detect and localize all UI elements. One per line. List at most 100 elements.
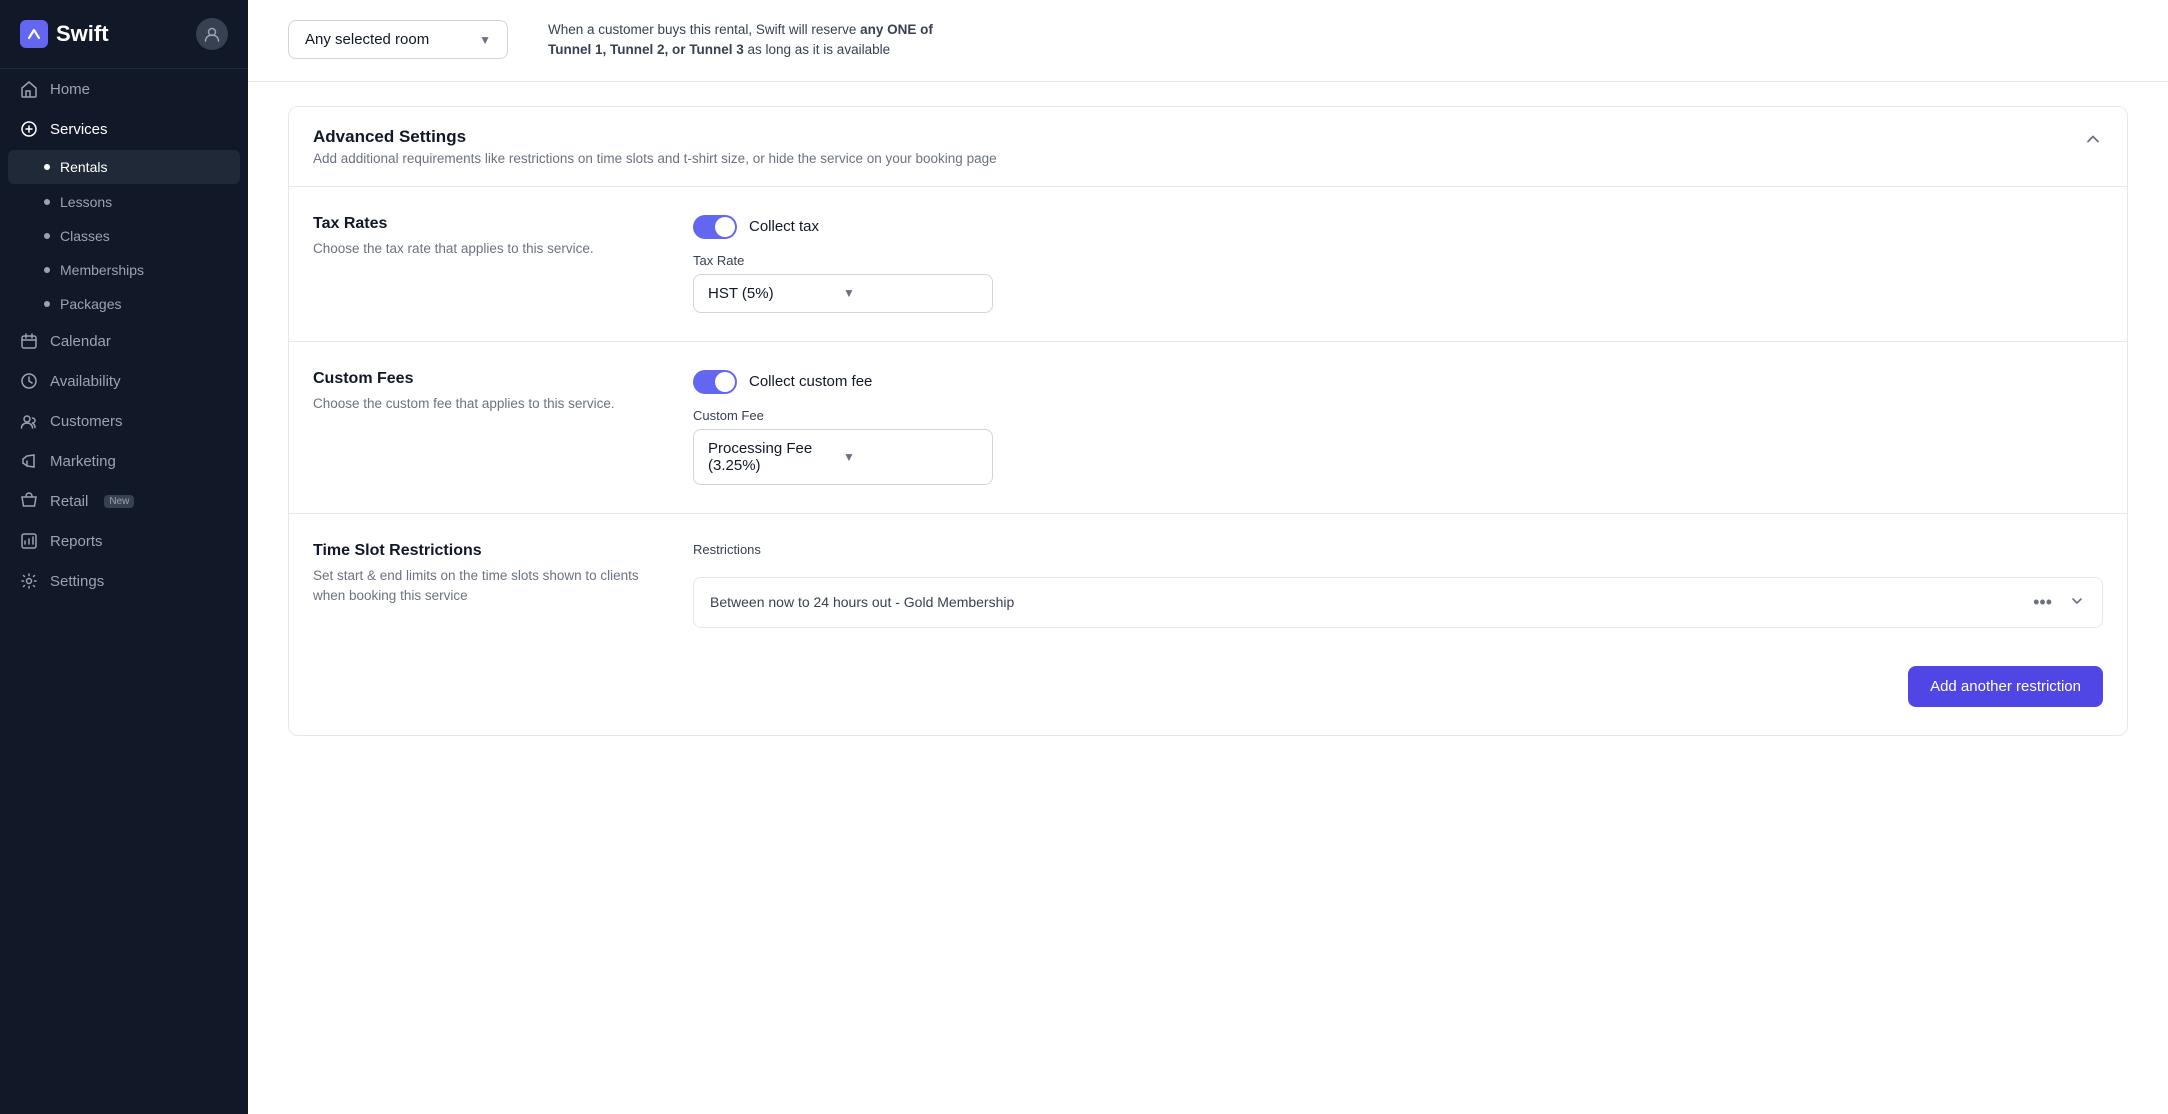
custom-fee-label: Custom Fee xyxy=(693,408,2103,423)
sidebar: Swift Home Services Re xyxy=(0,0,248,1114)
restriction-expand-button[interactable] xyxy=(2068,592,2086,613)
services-icon xyxy=(20,120,38,138)
tax-rate-group: Tax Rate HST (5%) ▼ xyxy=(693,253,2103,313)
tax-rate-label: Tax Rate xyxy=(693,253,2103,268)
restriction-actions: ••• xyxy=(2027,590,2086,615)
tax-rates-left: Tax Rates Choose the tax rate that appli… xyxy=(313,215,653,259)
sidebar-item-label: Retail xyxy=(50,493,88,510)
sidebar-sub-packages[interactable]: Packages xyxy=(0,287,248,321)
retail-icon xyxy=(20,492,38,510)
sidebar-item-label: Services xyxy=(50,121,108,138)
time-slot-left: Time Slot Restrictions Set start & end l… xyxy=(313,542,653,607)
custom-fee-select[interactable]: Processing Fee (3.25%) ▼ xyxy=(693,429,993,485)
sidebar-item-reports[interactable]: Reports xyxy=(0,521,248,561)
sub-item-label: Memberships xyxy=(60,262,144,278)
sub-dot xyxy=(44,267,50,273)
sub-item-label: Classes xyxy=(60,228,110,244)
tax-rates-right: Collect tax Tax Rate HST (5%) ▼ xyxy=(693,215,2103,313)
reports-icon xyxy=(20,532,38,550)
advanced-settings-title: Advanced Settings xyxy=(313,127,2083,147)
sidebar-sub-memberships[interactable]: Memberships xyxy=(0,253,248,287)
custom-fees-row: Custom Fees Choose the custom fee that a… xyxy=(289,342,2127,514)
marketing-icon xyxy=(20,452,38,470)
sidebar-sub-lessons[interactable]: Lessons xyxy=(0,185,248,219)
sidebar-item-marketing[interactable]: Marketing xyxy=(0,441,248,481)
sidebar-logo: Swift xyxy=(0,0,248,69)
tax-rates-row: Tax Rates Choose the tax rate that appli… xyxy=(289,187,2127,342)
app-logo: Swift xyxy=(20,20,109,48)
restriction-text: Between now to 24 hours out - Gold Membe… xyxy=(710,594,1014,610)
tax-rates-title: Tax Rates xyxy=(313,215,653,233)
sidebar-sub-rentals[interactable]: Rentals xyxy=(8,150,240,184)
avatar[interactable] xyxy=(196,18,228,50)
room-info-text: When a customer buys this rental, Swift … xyxy=(548,20,968,61)
collect-tax-toggle-row: Collect tax xyxy=(693,215,2103,239)
sidebar-item-home[interactable]: Home xyxy=(0,69,248,109)
sidebar-item-customers[interactable]: Customers xyxy=(0,401,248,441)
time-slot-row: Time Slot Restrictions Set start & end l… xyxy=(289,514,2127,735)
tax-rate-value: HST (5%) xyxy=(708,285,843,302)
custom-fee-group: Custom Fee Processing Fee (3.25%) ▼ xyxy=(693,408,2103,485)
custom-fees-title: Custom Fees xyxy=(313,370,653,388)
sidebar-item-label: Marketing xyxy=(50,453,116,470)
sidebar-item-settings[interactable]: Settings xyxy=(0,561,248,601)
time-slot-right: Restrictions Between now to 24 hours out… xyxy=(693,542,2103,707)
room-selector-wrap: Any selected room ▼ xyxy=(288,20,508,59)
collect-fee-toggle[interactable] xyxy=(693,370,737,394)
chevron-down-icon: ▼ xyxy=(843,450,978,464)
info-text-before: When a customer buys this rental, Swift … xyxy=(548,22,860,37)
sidebar-item-label: Settings xyxy=(50,573,104,590)
sidebar-sub-classes[interactable]: Classes xyxy=(0,219,248,253)
sidebar-item-label: Calendar xyxy=(50,333,111,350)
advanced-settings-header[interactable]: Advanced Settings Add additional require… xyxy=(289,107,2127,187)
sub-dot xyxy=(44,164,50,170)
custom-fees-description: Choose the custom fee that applies to th… xyxy=(313,394,653,414)
top-row: Any selected room ▼ When a customer buys… xyxy=(248,0,2168,82)
sidebar-item-retail[interactable]: Retail New xyxy=(0,481,248,521)
sub-dot xyxy=(44,301,50,307)
room-selector-label: Any selected room xyxy=(305,31,429,48)
sidebar-item-label: Customers xyxy=(50,413,123,430)
collect-tax-toggle[interactable] xyxy=(693,215,737,239)
time-slot-title: Time Slot Restrictions xyxy=(313,542,653,560)
collect-tax-label: Collect tax xyxy=(749,218,819,235)
availability-icon xyxy=(20,372,38,390)
sub-dot xyxy=(44,199,50,205)
chevron-down-icon: ▼ xyxy=(843,286,978,300)
sidebar-item-label: Home xyxy=(50,81,90,98)
chevron-down-icon: ▼ xyxy=(479,33,491,47)
custom-fees-left: Custom Fees Choose the custom fee that a… xyxy=(313,370,653,414)
time-slot-description: Set start & end limits on the time slots… xyxy=(313,566,653,607)
custom-fees-right: Collect custom fee Custom Fee Processing… xyxy=(693,370,2103,485)
main-content: Any selected room ▼ When a customer buys… xyxy=(248,0,2168,1114)
sidebar-item-services[interactable]: Services xyxy=(0,109,248,149)
advanced-settings-subtitle: Add additional requirements like restric… xyxy=(313,151,2083,166)
gear-icon xyxy=(20,572,38,590)
logo-icon xyxy=(20,20,48,48)
home-icon xyxy=(20,80,38,98)
custom-fee-value: Processing Fee (3.25%) xyxy=(708,440,843,474)
sidebar-item-label: Availability xyxy=(50,373,121,390)
retail-new-badge: New xyxy=(104,495,134,508)
collapse-icon[interactable] xyxy=(2083,129,2103,154)
restriction-dots-button[interactable]: ••• xyxy=(2027,590,2058,615)
room-selector-dropdown[interactable]: Any selected room ▼ xyxy=(288,20,508,59)
add-restriction-button[interactable]: Add another restriction xyxy=(1908,666,2103,707)
restrictions-label: Restrictions xyxy=(693,542,2103,557)
tax-rate-select[interactable]: HST (5%) ▼ xyxy=(693,274,993,313)
advanced-settings-section: Advanced Settings Add additional require… xyxy=(288,106,2128,736)
sidebar-item-label: Reports xyxy=(50,533,103,550)
advanced-settings-header-left: Advanced Settings Add additional require… xyxy=(313,127,2083,166)
sidebar-item-availability[interactable]: Availability xyxy=(0,361,248,401)
collect-fee-toggle-row: Collect custom fee xyxy=(693,370,2103,394)
tax-rates-description: Choose the tax rate that applies to this… xyxy=(313,239,653,259)
info-text-after: as long as it is available xyxy=(744,42,890,57)
sub-item-label: Packages xyxy=(60,296,121,312)
sidebar-item-calendar[interactable]: Calendar xyxy=(0,321,248,361)
customers-icon xyxy=(20,412,38,430)
sub-dot xyxy=(44,233,50,239)
restriction-item: Between now to 24 hours out - Gold Membe… xyxy=(693,577,2103,628)
app-name: Swift xyxy=(56,21,109,47)
calendar-icon xyxy=(20,332,38,350)
collect-fee-label: Collect custom fee xyxy=(749,373,872,390)
